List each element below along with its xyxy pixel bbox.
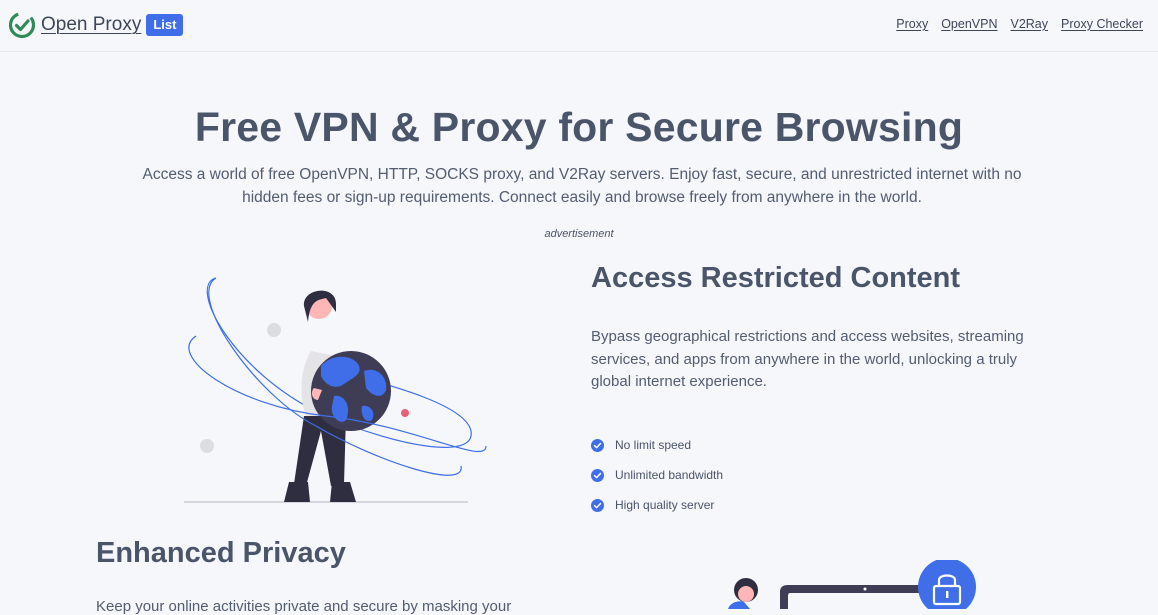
nav-link-proxy-checker[interactable]: Proxy Checker: [1061, 17, 1143, 31]
list-item: High quality server: [591, 490, 723, 520]
advertisement-label: advertisement: [544, 228, 614, 240]
feature-description: Bypass geographical restrictions and acc…: [591, 328, 1024, 390]
privacy-title: Enhanced Privacy: [96, 537, 346, 569]
check-circle-icon: [591, 468, 604, 482]
nav-link-openvpn[interactable]: OpenVPN: [941, 17, 997, 31]
feature-checklist: No limit speed Unlimited bandwidth High …: [591, 430, 723, 520]
list-badge: List: [146, 14, 184, 36]
check-label: No limit speed: [615, 438, 692, 452]
check-circle-icon: [591, 498, 604, 512]
list-item: Unlimited bandwidth: [591, 460, 723, 490]
check-circle-icon: [591, 438, 604, 452]
feature-title: Access Restricted Content: [591, 262, 961, 294]
site-logo[interactable]: Open Proxy List: [8, 11, 184, 39]
privacy-lock-illustration: [728, 560, 976, 609]
globe-illustration: [184, 277, 487, 503]
check-label: High quality server: [615, 498, 715, 512]
check-label: Unlimited bandwidth: [615, 468, 724, 482]
list-item: No limit speed: [591, 430, 723, 460]
site-header: Open Proxy List Proxy OpenVPN V2Ray Prox…: [0, 0, 1158, 52]
hero-subtitle: Access a world of free OpenVPN, HTTP, SO…: [142, 166, 1022, 206]
nav-link-proxy[interactable]: Proxy: [896, 17, 928, 31]
check-circle-logo-icon: [8, 11, 36, 39]
top-nav: Proxy OpenVPN V2Ray Proxy Checker: [896, 17, 1143, 31]
nav-link-v2ray[interactable]: V2Ray: [1010, 17, 1048, 31]
privacy-description: Keep your online activities private and …: [96, 598, 512, 615]
hero-title: Free VPN & Proxy for Secure Browsing: [194, 104, 964, 150]
brand-name[interactable]: Open Proxy: [41, 14, 141, 36]
